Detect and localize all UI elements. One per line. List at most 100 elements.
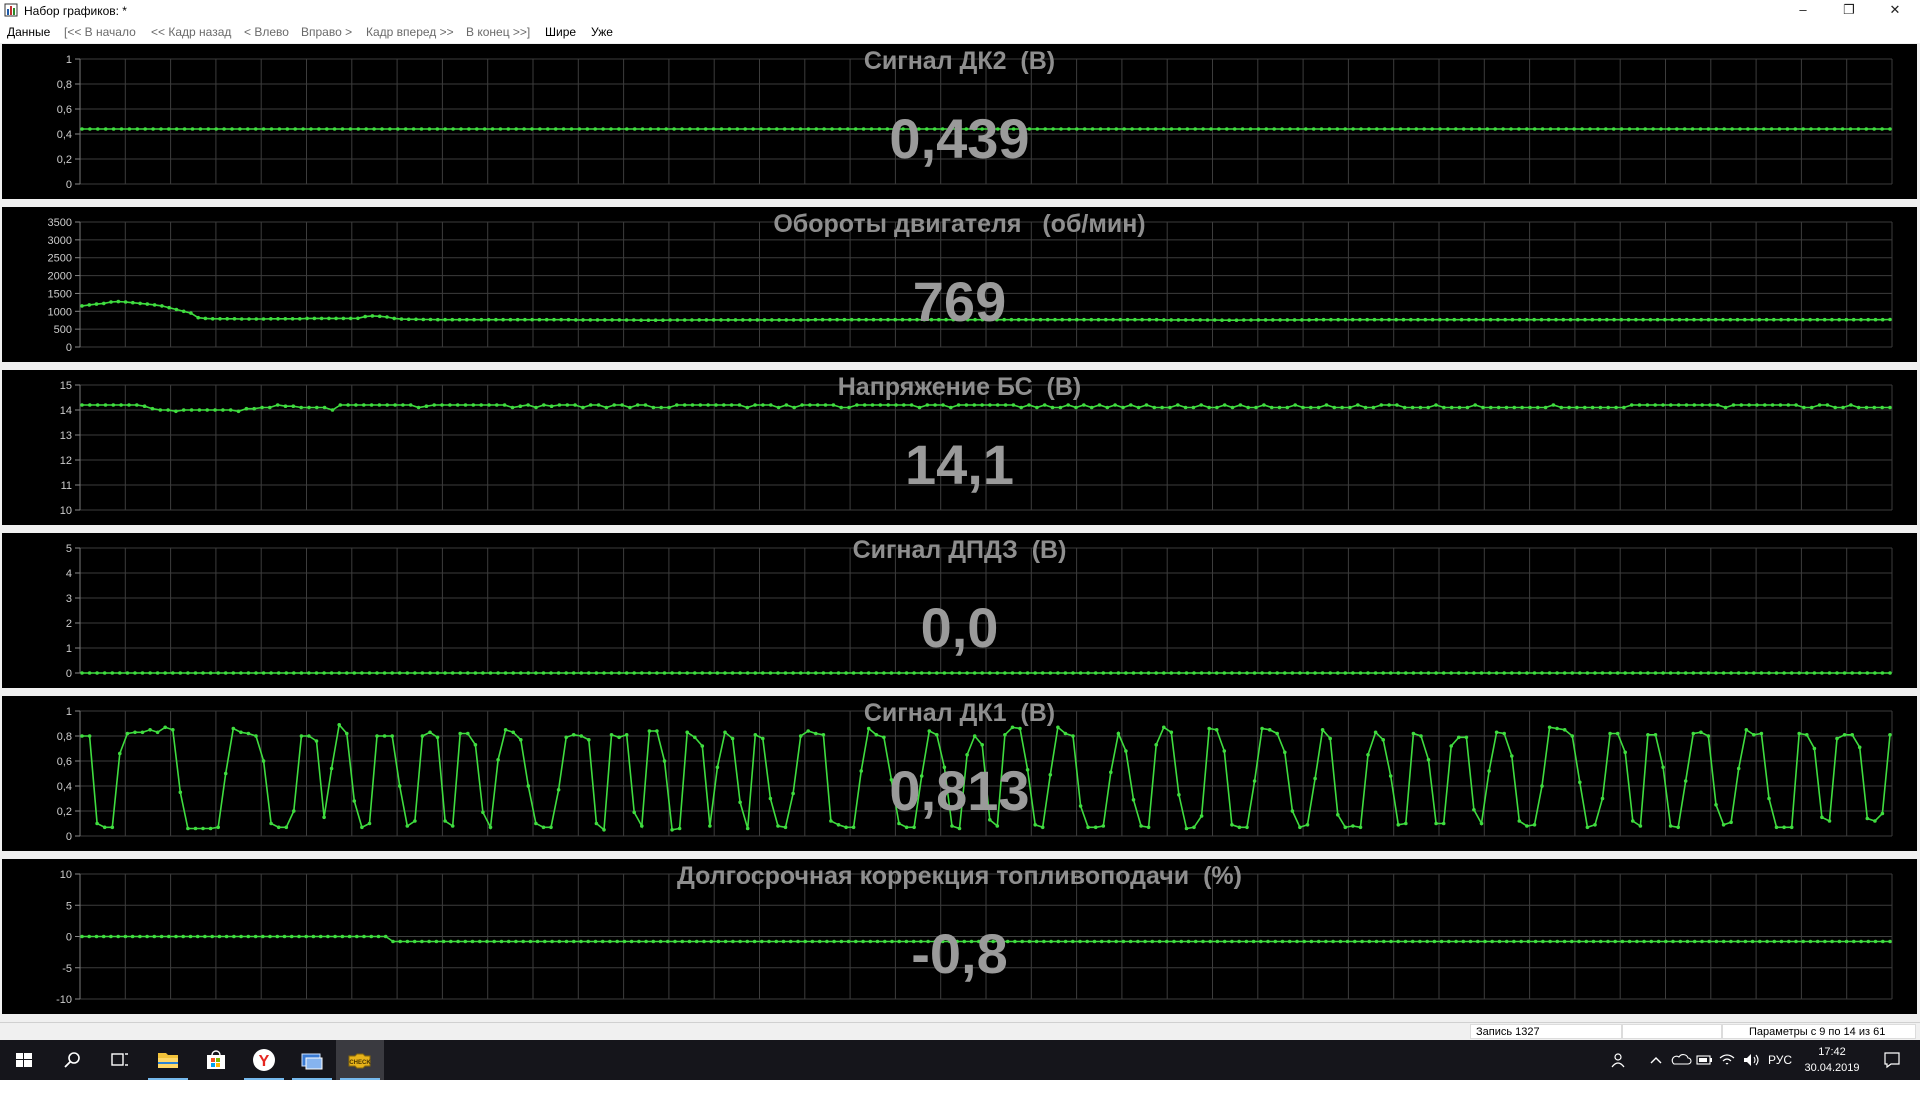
data-point: [566, 317, 571, 322]
data-point: [1619, 317, 1624, 322]
data-point: [1643, 127, 1647, 131]
data-point: [231, 726, 236, 731]
chart-panel-long-term-fuel-trim[interactable]: 10 5 0 -5 -10 Долгосрочная коррекция топливо…: [2, 859, 1917, 1014]
data-point: [276, 825, 281, 830]
data-point: [530, 127, 534, 131]
data-point: [829, 819, 833, 823]
data-point: [956, 127, 961, 131]
data-point: [463, 403, 468, 407]
data-point: [244, 406, 249, 411]
chart-panel-battery-voltage[interactable]: 15 14 13 12 11 10 Напряжение БС (В) 14,1: [2, 370, 1917, 525]
menu-left[interactable]: < Влево: [244, 25, 289, 39]
menu-data[interactable]: Данные: [7, 25, 50, 39]
data-point: [1184, 826, 1189, 831]
data-point: [703, 127, 708, 131]
menu-go-end[interactable]: В конец >>]: [466, 25, 530, 39]
chart-panel-throttle-position[interactable]: 543210 Сигнал ДПДЗ (В) 0,0: [2, 533, 1917, 688]
data-point: [131, 300, 135, 305]
chart-panel-o2-sensor-2[interactable]: 1 0,8 0,6 0,4 0,2 0 Сигнал ДК2 (В) 0,439: [2, 44, 1917, 199]
y-tick-label: 1500: [48, 288, 72, 300]
data-point: [846, 127, 850, 131]
data-point: [1866, 939, 1871, 944]
maximize-button[interactable]: ❐: [1826, 0, 1872, 22]
clock[interactable]: 17:42 30.04.2019: [1800, 1044, 1864, 1076]
data-point: [348, 316, 353, 321]
data-point: [401, 403, 405, 407]
data-point: [1880, 127, 1884, 131]
data-point: [382, 671, 387, 675]
menu-frame-forward[interactable]: Кадр вперед >>: [366, 25, 454, 39]
close-button[interactable]: ✕: [1872, 0, 1918, 22]
tray-expand-icon[interactable]: [1643, 1040, 1669, 1080]
data-point: [1578, 780, 1582, 785]
data-point: [1476, 939, 1480, 944]
data-point: [972, 734, 977, 738]
volume-icon[interactable]: [1739, 1040, 1763, 1080]
data-point: [871, 317, 876, 322]
task-view-button[interactable]: [96, 1040, 144, 1080]
data-point: [889, 778, 894, 782]
data-point: [182, 127, 187, 131]
data-point: [1842, 671, 1847, 675]
data-point: [1501, 127, 1505, 131]
data-point: [1193, 127, 1197, 131]
start-button[interactable]: [0, 1040, 48, 1080]
search-button[interactable]: [48, 1040, 96, 1080]
data-point: [292, 671, 296, 675]
chart-panel-engine-rpm[interactable]: 3500 3000 2500 2000 1500 1000 500 0 Обороты дви…: [2, 207, 1917, 362]
store-button[interactable]: [192, 1040, 240, 1080]
data-point: [741, 318, 745, 322]
menu-narrower[interactable]: Уже: [591, 25, 613, 39]
data-point: [743, 127, 747, 131]
data-point: [1614, 405, 1618, 410]
wifi-icon[interactable]: [1715, 1040, 1739, 1080]
data-point: [1371, 405, 1376, 410]
onedrive-icon[interactable]: [1669, 1040, 1693, 1080]
data-point: [189, 311, 193, 315]
data-point: [1649, 939, 1654, 944]
remote-app-button[interactable]: [288, 1040, 336, 1080]
people-icon[interactable]: [1605, 1040, 1635, 1080]
data-point: [1373, 730, 1378, 735]
language-indicator[interactable]: РУС: [1763, 1040, 1797, 1080]
data-point: [1109, 770, 1113, 775]
data-point: [87, 671, 92, 675]
data-point: [441, 939, 446, 944]
data-point: [937, 317, 941, 322]
data-point: [653, 318, 658, 322]
data-point: [1474, 317, 1478, 322]
data-point: [1365, 317, 1369, 322]
data-point: [1327, 127, 1332, 131]
data-point: [186, 671, 190, 675]
menu-frame-back[interactable]: << Кадр назад: [151, 25, 231, 39]
chart-panel-o2-sensor-1[interactable]: 1 0,8 0,6 0,4 0,2 0 Сигнал ДК1 (В) 0,813: [2, 696, 1917, 851]
menu-wider[interactable]: Шире: [545, 25, 576, 39]
yandex-browser-button[interactable]: Y: [240, 1040, 288, 1080]
data-point: [356, 127, 361, 131]
data-point: [673, 939, 677, 944]
data-point: [305, 316, 309, 321]
data-point: [628, 405, 632, 410]
data-point: [806, 127, 811, 131]
data-point: [1003, 671, 1007, 675]
file-explorer-button[interactable]: [144, 1040, 192, 1080]
data-point: [1801, 127, 1805, 131]
data-point: [451, 127, 455, 131]
data-point: [693, 671, 697, 675]
data-point: [1487, 769, 1491, 773]
data-point: [1564, 127, 1569, 131]
menu-go-start[interactable]: [<< В начало: [64, 25, 136, 39]
data-point: [1754, 127, 1758, 131]
data-point: [912, 671, 916, 675]
data-point: [869, 127, 874, 131]
notifications-icon[interactable]: [1872, 1040, 1912, 1080]
minimize-button[interactable]: –: [1780, 0, 1826, 22]
data-point: [1124, 671, 1128, 675]
battery-icon[interactable]: [1693, 1040, 1715, 1080]
diagnostic-app-button[interactable]: CHECK: [336, 1040, 384, 1080]
data-point: [769, 403, 773, 407]
menu-right[interactable]: Вправо >: [301, 25, 352, 39]
data-point: [537, 317, 542, 322]
data-point: [1379, 317, 1384, 322]
data-point: [1340, 405, 1344, 410]
